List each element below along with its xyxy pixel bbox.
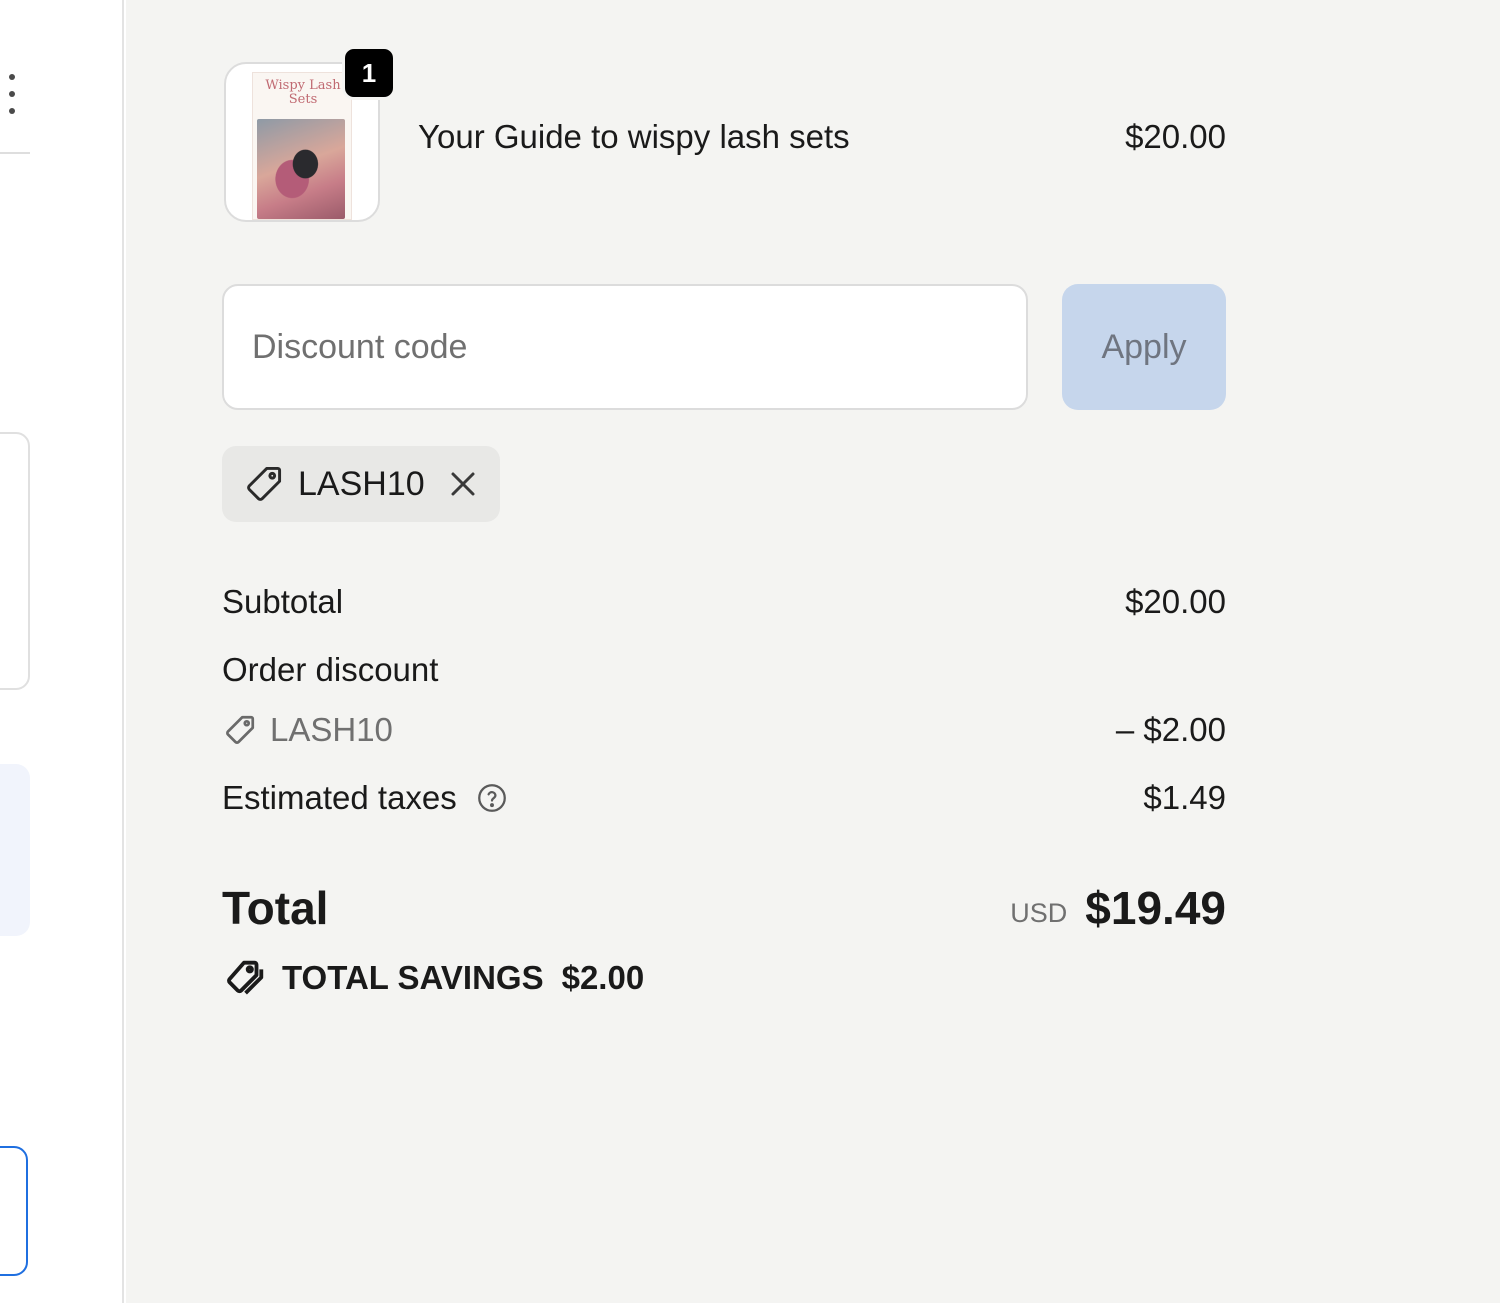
total-row: Total USD $19.49 (222, 876, 1226, 940)
discount-amount: – $2.00 (1115, 711, 1226, 748)
applied-discount-chip: LASH10 (222, 446, 500, 522)
subtotal-label: Subtotal (222, 583, 344, 620)
close-icon[interactable] (443, 464, 483, 504)
kebab-menu-icon[interactable] (4, 74, 20, 114)
divider (0, 152, 30, 154)
order-discount-row: Order discount (222, 648, 1226, 692)
discount-code-label: LASH10 (270, 711, 393, 748)
applied-discount-code: LASH10 (298, 464, 425, 503)
payment-options-card[interactable] (0, 432, 30, 690)
cart-line-item: Wispy Lash Sets 1 Your Guide to wispy la… (222, 46, 1226, 224)
tag-icon (222, 712, 258, 748)
info-panel (0, 764, 30, 936)
book-cover-title: Wispy Lash Sets (265, 78, 341, 107)
double-tag-icon (222, 955, 268, 1001)
subtotal-row: Subtotal $20.00 (222, 580, 1226, 624)
total-savings-label: TOTAL SAVINGS (282, 959, 544, 996)
lash-photo (257, 119, 345, 219)
book-cover-image: Wispy Lash Sets (252, 72, 352, 220)
total-amount: $19.49 (1085, 882, 1226, 934)
product-thumbnail-wrapper: Wispy Lash Sets 1 (222, 46, 396, 224)
taxes-row: Estimated taxes $1.49 (222, 776, 1226, 820)
order-summary: Wispy Lash Sets 1 Your Guide to wispy la… (126, 0, 1500, 1303)
discount-code-input[interactable] (222, 284, 1028, 410)
product-name: Your Guide to wispy lash sets (418, 118, 850, 155)
subtotal-value: $20.00 (1125, 583, 1226, 620)
currency-code: USD (1010, 897, 1068, 928)
tag-icon (242, 462, 286, 506)
taxes-value: $1.49 (1143, 779, 1226, 816)
order-discount-label: Order discount (222, 651, 439, 688)
total-savings: TOTAL SAVINGS $2.00 (222, 952, 644, 1004)
quantity-badge: 1 (342, 46, 396, 100)
taxes-label: Estimated taxes (222, 779, 457, 816)
checkout-main-pane (0, 0, 124, 1303)
question-circle-icon[interactable] (475, 781, 509, 815)
focused-input-field[interactable] (0, 1146, 28, 1276)
total-savings-amount: $2.00 (561, 959, 645, 996)
total-label: Total (222, 882, 329, 934)
product-price: $20.00 (1125, 118, 1226, 155)
discount-code-row: LASH10 – $2.00 (222, 708, 1226, 752)
discount-form: Apply (222, 284, 1226, 412)
apply-discount-button[interactable]: Apply (1062, 284, 1226, 410)
